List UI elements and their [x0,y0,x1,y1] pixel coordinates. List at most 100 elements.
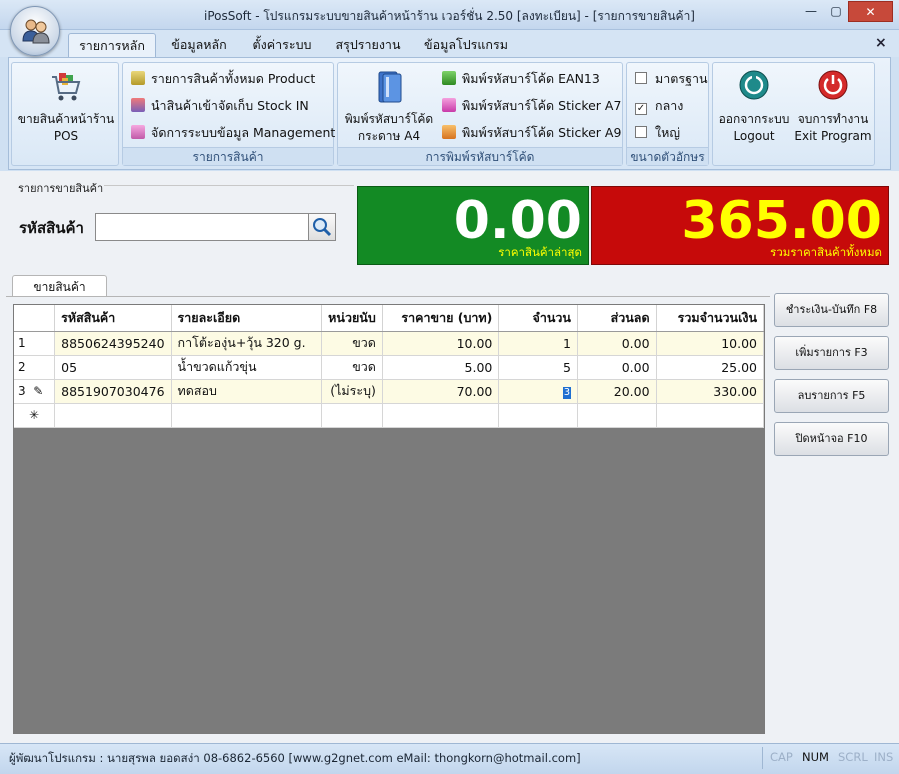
col-header-qty[interactable]: จำนวน [498,305,578,332]
close-button[interactable]: ✕ [848,1,893,22]
tab-main[interactable]: รายการหลัก [68,33,156,57]
pos-button[interactable]: ขายสินค้าหน้าร้าน POS [14,67,118,151]
font-standard-checkbox[interactable]: มาตรฐาน [635,69,708,89]
products-group-label: รายการสินค้า [123,147,333,165]
cell-sum[interactable]: 25.00 [656,355,764,380]
logout-button[interactable]: ออกจากระบบ Logout [715,67,793,151]
cell-discount[interactable]: 0.00 [577,355,657,380]
row-number-editing[interactable]: 3 ✎ [14,379,56,404]
logout-icon [739,70,769,100]
cell-qty[interactable]: 5 [498,355,578,380]
tab-divider [6,296,770,297]
scroll-indicator: SCRL [838,750,868,764]
row-number: 3 [18,384,26,398]
table-row[interactable]: 3 ✎ 8851907030476 ทดสอบ (ไม่ระบุ) 70.00 … [14,379,764,404]
new-cell[interactable] [54,403,172,428]
cell-desc[interactable]: กาโต้ะองุ่น+วุ้น 320 g. [171,331,323,356]
delete-item-button[interactable]: ลบรายการ F5 [774,379,889,413]
cell-qty[interactable]: 1 [498,331,578,356]
cell-sum[interactable]: 10.00 [656,331,764,356]
last-price-value: 0.00 [453,191,582,251]
qty-editor[interactable]: 3 [562,387,571,399]
cell-code[interactable]: 05 [54,355,172,380]
new-cell[interactable] [577,403,657,428]
col-header-sum[interactable]: รวมจำนวนเงิน [656,305,764,332]
barcode-ean13-button[interactable]: พิมพ์รหัสบาร์โค้ด EAN13 [442,69,600,89]
close-screen-button[interactable]: ปิดหน้าจอ F10 [774,422,889,456]
insert-indicator: INS [874,750,894,764]
pos-button-line2: POS [53,129,79,143]
maximize-button[interactable]: ▢ [824,1,848,22]
font-standard-box [635,72,647,84]
new-cell[interactable] [382,403,500,428]
barcode-book-icon [378,71,402,103]
row-number[interactable]: 2 [14,355,56,380]
logout-line1: ออกจากระบบ [718,112,790,126]
cell-sum[interactable]: 330.00 [656,379,764,404]
logout-line2: Logout [733,129,775,143]
cell-unit[interactable]: (ไม่ระบุ) [321,379,383,404]
table-row[interactable]: 2 05 น้ำขวดแก้วขุ่น ขวด 5.00 5 0.00 25.0… [14,355,764,380]
ribbon-tabs: รายการหลัก ข้อมูลหลัก ตั้งค่าระบบ สรุปรา… [0,30,899,57]
products-all-button[interactable]: รายการสินค้าทั้งหมด Product [131,69,315,89]
app-menu-button[interactable] [10,6,60,56]
minimize-button[interactable]: — [798,1,824,22]
cell-price[interactable]: 70.00 [382,379,500,404]
new-cell[interactable] [321,403,383,428]
add-item-button[interactable]: เพิ่มรายการ F3 [774,336,889,370]
cell-desc[interactable]: ทดสอบ [171,379,323,404]
exit-button[interactable]: จบการทำงาน Exit Program [793,67,873,151]
new-cell[interactable] [656,403,764,428]
management-label: จัดการระบบข้อมูล Management [151,125,336,140]
font-size-group-label: ขนาดตัวอักษร [627,147,708,165]
cell-code[interactable]: 8851907030476 [54,379,172,404]
new-row-icon[interactable]: ✳ [14,403,56,428]
cell-discount[interactable]: 0.00 [577,331,657,356]
tab-reports[interactable]: สรุปรายงาน [330,33,406,57]
cell-unit[interactable]: ขวด [321,355,383,380]
search-button[interactable] [308,213,336,241]
col-header-unit[interactable]: หน่วยนับ [321,305,383,332]
new-row[interactable]: ✳ [14,403,764,428]
font-medium-checkbox[interactable]: ✓ กลาง [635,96,683,116]
barcode-a7-button[interactable]: พิมพ์รหัสบาร์โค้ด Sticker A7 [442,96,621,116]
cell-unit[interactable]: ขวด [321,331,383,356]
sales-grid[interactable]: รหัสสินค้า รายละเอียด หน่วยนับ ราคาขาย (… [13,304,765,734]
col-header-discount[interactable]: ส่วนลด [577,305,657,332]
table-row[interactable]: 1 8850624395240 กาโต้ะองุ่น+วุ้น 320 g. … [14,331,764,356]
sales-table: รหัสสินค้า รายละเอียด หน่วยนับ ราคาขาย (… [14,305,764,428]
cell-desc[interactable]: น้ำขวดแก้วขุ่น [171,355,323,380]
orange-book-icon [442,125,456,139]
cell-code[interactable]: 8850624395240 [54,331,172,356]
row-number[interactable]: 1 [14,331,56,356]
stock-in-button[interactable]: นำสินค้าเข้าจัดเก็บ Stock IN [131,96,309,116]
tab-master-data[interactable]: ข้อมูลหลัก [162,33,236,57]
col-header-desc[interactable]: รายละเอียด [171,305,323,332]
management-icon [131,125,145,139]
num-indicator: NUM [802,750,829,764]
col-header-code[interactable]: รหัสสินค้า [54,305,172,332]
col-header-price[interactable]: ราคาขาย (บาท) [382,305,500,332]
pay-save-button[interactable]: ชำระเงิน-บันทึก F8 [774,293,889,327]
tab-program-info[interactable]: ข้อมูลโปรแกรม [418,33,514,57]
barcode-a9-button[interactable]: พิมพ์รหัสบาร์โค้ด Sticker A9 [442,123,621,143]
product-code-input[interactable] [95,213,309,241]
tab-settings[interactable]: ตั้งค่าระบบ [246,33,318,57]
section-divider [104,185,354,186]
barcode-a4-button[interactable]: พิมพ์รหัสบาร์โค้ด กระดาษ A4 [340,67,438,151]
total-panel: 365.00 รวมราคาสินค้าทั้งหมด [591,186,889,265]
new-cell[interactable] [498,403,578,428]
cell-discount[interactable]: 20.00 [577,379,657,404]
barcode-a4-line2: กระดาษ A4 [357,129,421,143]
barcode-ean13-label: พิมพ์รหัสบาร์โค้ด EAN13 [462,71,600,86]
barcode-group-label: การพิมพ์รหัสบาร์โค้ด [338,147,622,165]
font-large-checkbox[interactable]: ใหญ่ [635,123,680,143]
cell-qty-editing[interactable]: 3 [498,379,578,404]
ribbon-close-icon[interactable]: × [875,35,887,51]
cell-price[interactable]: 10.00 [382,331,500,356]
tab-sales[interactable]: ขายสินค้า [12,275,107,297]
cell-price[interactable]: 5.00 [382,355,500,380]
new-cell[interactable] [171,403,323,428]
management-button[interactable]: จัดการระบบข้อมูล Management [131,123,335,143]
stock-in-label: นำสินค้าเข้าจัดเก็บ Stock IN [151,98,309,113]
